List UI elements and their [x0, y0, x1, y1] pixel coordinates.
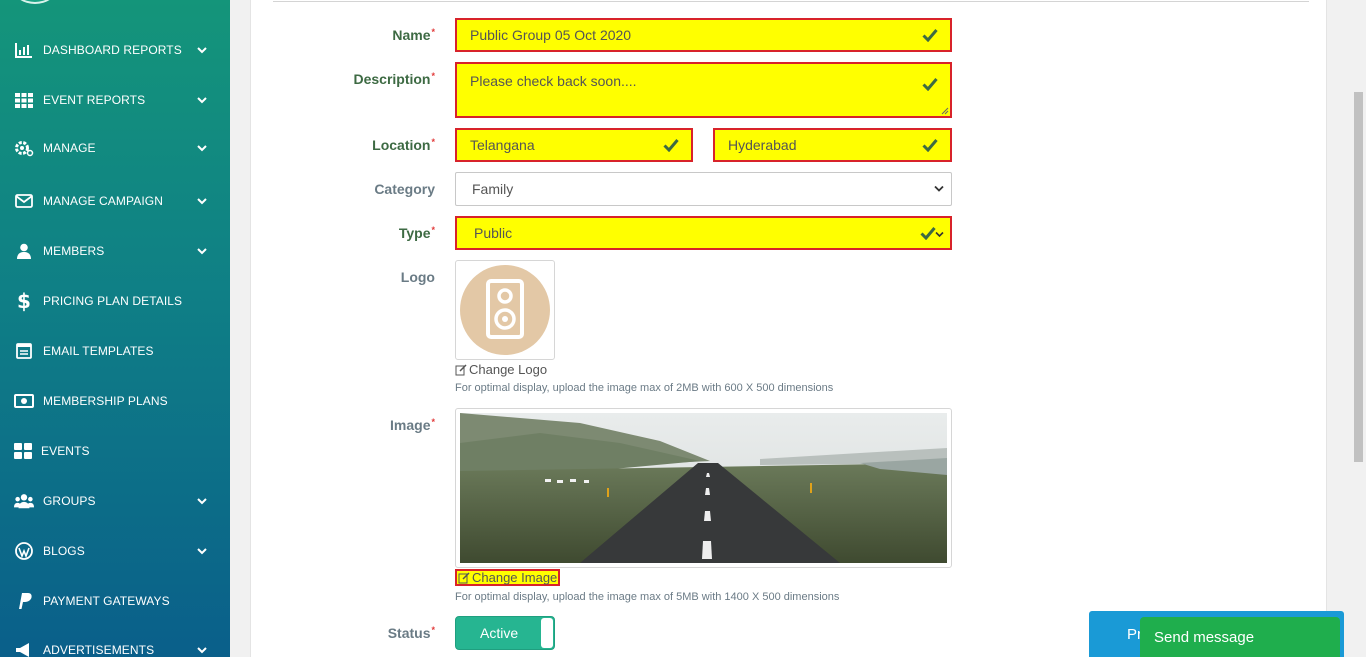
toggle-knob — [541, 618, 553, 648]
category-value: Family — [472, 181, 514, 197]
logo-hint: For optimal display, upload the image ma… — [455, 382, 834, 394]
name-input[interactable]: Public Group 05 Oct 2020 — [455, 18, 952, 52]
chevron-down-icon — [196, 245, 208, 257]
sidebar-item-label: EMAIL TEMPLATES — [43, 344, 154, 358]
check-icon — [920, 227, 936, 240]
check-icon — [922, 139, 938, 152]
grid-icon — [14, 90, 34, 110]
sidebar-item-blogs[interactable]: BLOGS — [0, 531, 230, 571]
description-value: Please check back soon.... — [470, 73, 637, 89]
type-value: Public — [474, 225, 513, 241]
description-textarea[interactable]: Please check back soon.... — [455, 62, 952, 118]
location-state-input[interactable]: Telangana — [455, 128, 693, 162]
image-preview — [455, 408, 952, 568]
category-select[interactable]: Family — [455, 172, 952, 206]
logo-preview — [455, 260, 555, 360]
check-icon — [663, 139, 679, 152]
change-logo-label: Change Logo — [469, 362, 548, 377]
bar-chart-icon — [14, 40, 34, 60]
resize-handle-icon[interactable] — [941, 107, 949, 115]
scrollbar-thumb[interactable] — [1354, 92, 1363, 462]
divider — [273, 1, 1309, 2]
sidebar-item-label: EVENT REPORTS — [43, 93, 146, 107]
status-value: Active — [480, 625, 519, 641]
sidebar-item-label: MANAGE — [43, 141, 96, 155]
sidebar-item-manage-campaign[interactable]: MANAGE CAMPAIGN — [0, 181, 230, 221]
sidebar-item-events[interactable]: EVENTS — [0, 431, 230, 471]
gear-icon — [14, 138, 34, 158]
sidebar-item-label: DASHBOARD REPORTS — [43, 43, 182, 57]
edit-icon — [455, 363, 467, 375]
chevron-down-icon — [196, 195, 208, 207]
sidebar-item-label: ADVERTISEMENTS — [43, 643, 155, 657]
chevron-down-icon — [196, 644, 208, 656]
sidebar-item-label: MEMBERS — [43, 244, 105, 258]
location-label: Location* — [372, 137, 435, 153]
chat-label: Send message — [1154, 628, 1255, 646]
change-logo-link[interactable]: Change Logo — [455, 362, 547, 377]
chevron-down-icon — [934, 185, 944, 192]
sidebar-item-advertisements[interactable]: ADVERTISEMENTS — [0, 630, 230, 657]
sidebar-item-event-reports[interactable]: EVENT REPORTS — [0, 80, 230, 120]
location-city-input[interactable]: Hyderabad — [713, 128, 952, 162]
road-landscape-image — [460, 413, 947, 563]
wordpress-icon — [14, 541, 34, 561]
chevron-down-icon — [935, 231, 944, 238]
name-value: Public Group 05 Oct 2020 — [470, 27, 632, 43]
tiles-icon — [13, 441, 33, 461]
edit-icon — [458, 571, 470, 583]
sidebar-item-label: PAYMENT GATEWAYS — [43, 594, 170, 608]
sidebar-item-dashboard-reports[interactable]: DASHBOARD REPORTS — [0, 30, 230, 70]
chevron-down-icon — [196, 545, 208, 557]
image-label: Image* — [390, 417, 435, 433]
category-label: Category — [374, 181, 435, 197]
status-toggle[interactable]: Active — [455, 616, 555, 650]
chevron-down-icon — [196, 94, 208, 106]
speaker-logo-image — [460, 265, 550, 355]
sidebar-item-payment-gateways[interactable]: PAYMENT GATEWAYS — [0, 581, 230, 621]
megaphone-icon — [14, 640, 34, 657]
scrollbar[interactable] — [1351, 0, 1366, 657]
sidebar: DASHBOARD REPORTS EVENT REPORTS MANAGE M… — [0, 0, 230, 657]
type-select[interactable]: Public — [455, 216, 952, 250]
sidebar-item-email-templates[interactable]: EMAIL TEMPLATES — [0, 331, 230, 371]
sidebar-item-groups[interactable]: GROUPS — [0, 481, 230, 521]
check-icon — [922, 78, 938, 91]
users-icon — [14, 491, 34, 511]
chevron-down-icon — [196, 44, 208, 56]
sidebar-item-members[interactable]: MEMBERS — [0, 231, 230, 271]
sidebar-item-label: BLOGS — [43, 544, 85, 558]
sidebar-item-label: GROUPS — [43, 494, 96, 508]
paypal-icon — [14, 591, 34, 611]
image-hint: For optimal display, upload the image ma… — [455, 591, 840, 603]
change-image-label: Change Image — [472, 570, 558, 585]
chevron-down-icon — [196, 142, 208, 154]
name-label: Name* — [392, 27, 435, 43]
sidebar-item-label: PRICING PLAN DETAILS — [43, 294, 183, 308]
sidebar-item-pricing-plan-details[interactable]: $ PRICING PLAN DETAILS — [0, 281, 230, 321]
dollar-icon: $ — [17, 289, 31, 313]
status-label: Status* — [387, 625, 435, 641]
change-image-link[interactable]: Change Image — [455, 569, 561, 586]
chevron-down-icon — [196, 495, 208, 507]
location-state-value: Telangana — [470, 137, 535, 153]
sidebar-item-label: EVENTS — [41, 444, 90, 458]
brand-logo[interactable] — [13, 0, 57, 4]
description-label: Description* — [353, 71, 435, 87]
user-icon — [14, 241, 34, 261]
envelope-icon — [14, 191, 34, 211]
logo-label: Logo — [400, 269, 435, 285]
send-message-button[interactable]: Send message — [1140, 617, 1340, 657]
type-label: Type* — [398, 225, 435, 241]
check-icon — [922, 29, 938, 42]
money-icon — [14, 391, 34, 411]
sidebar-item-membership-plans[interactable]: MEMBERSHIP PLANS — [0, 381, 230, 421]
template-icon — [14, 341, 34, 361]
sidebar-item-manage[interactable]: MANAGE — [0, 128, 230, 168]
sidebar-item-label: MANAGE CAMPAIGN — [43, 194, 163, 208]
sidebar-item-label: MEMBERSHIP PLANS — [43, 394, 168, 408]
location-city-value: Hyderabad — [728, 137, 797, 153]
